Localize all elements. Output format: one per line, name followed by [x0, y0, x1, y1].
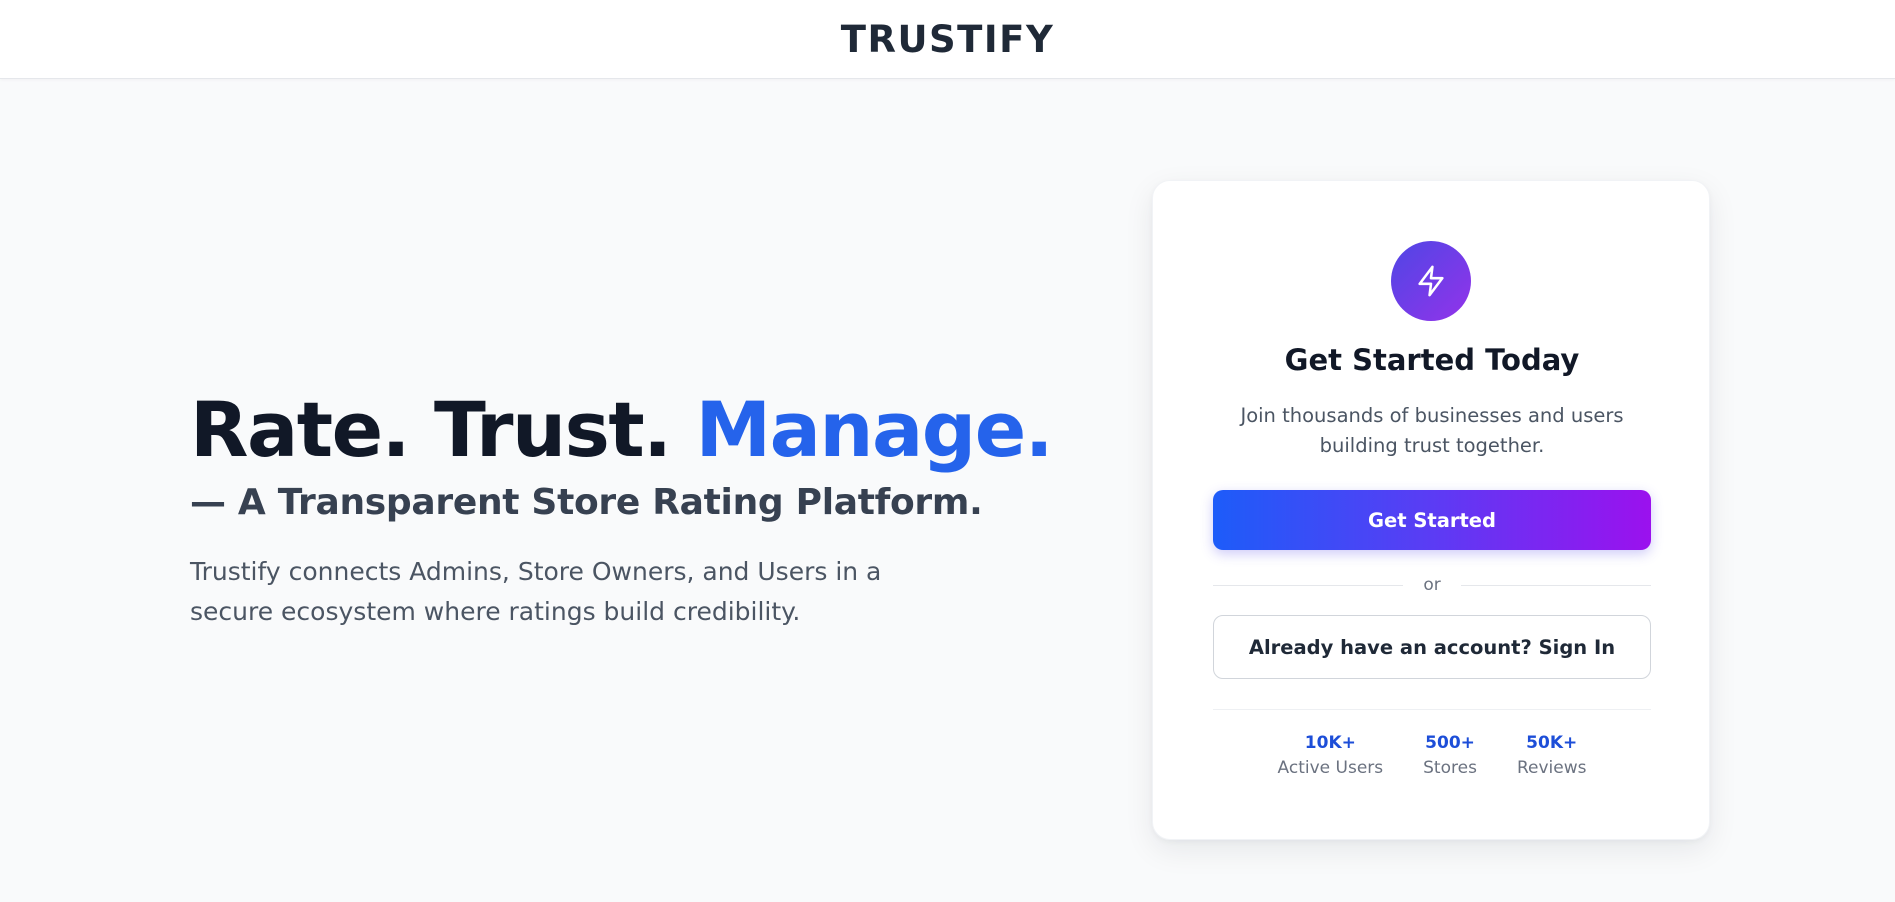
get-started-card: Get Started Today Join thousands of busi…: [1152, 180, 1710, 840]
brand-logo[interactable]: TRUSTIFY: [841, 18, 1055, 61]
card-title: Get Started Today: [1284, 343, 1580, 377]
stat-label: Stores: [1423, 758, 1477, 778]
stat-reviews: 50K+ Reviews: [1517, 731, 1587, 781]
hero-section: Rate. Trust. Manage. — A Transparent Sto…: [190, 385, 1054, 632]
divider-line-right: [1460, 584, 1652, 586]
stats-divider: [1213, 709, 1651, 710]
sign-in-button[interactable]: Already have an account? Sign In: [1213, 615, 1651, 679]
or-divider: or: [1213, 573, 1652, 597]
stat-value: 50K+: [1526, 733, 1578, 753]
get-started-button[interactable]: Get Started: [1213, 490, 1651, 550]
hero-title-accent: Manage.: [695, 385, 1054, 474]
lightning-bolt-icon: [1391, 241, 1471, 321]
top-header: TRUSTIFY: [0, 0, 1895, 79]
card-description: Join thousands of businesses and users b…: [1240, 404, 1624, 457]
hero-title-main: Rate. Trust.: [190, 385, 696, 474]
hero-title: Rate. Trust. Manage.: [190, 385, 1054, 474]
hero-subtitle: — A Transparent Store Rating Platform.: [190, 482, 983, 523]
divider-text: or: [1423, 575, 1441, 595]
stat-active-users: 10K+ Active Users: [1278, 731, 1384, 781]
stat-label: Reviews: [1516, 758, 1587, 778]
landing-page: TRUSTIFY Rate. Trust. Manage. — A Transp…: [0, 0, 1895, 902]
stat-stores: 500+ Stores: [1423, 731, 1477, 781]
stat-value: 10K+: [1304, 733, 1356, 753]
stat-value: 500+: [1425, 733, 1475, 753]
stats-row: 10K+ Active Users 500+ Stores 50K+ Revie…: [1153, 731, 1711, 781]
divider-line-left: [1213, 584, 1404, 586]
hero-description: Trustify connects Admins, Store Owners, …: [190, 557, 882, 626]
stat-label: Active Users: [1277, 758, 1384, 778]
